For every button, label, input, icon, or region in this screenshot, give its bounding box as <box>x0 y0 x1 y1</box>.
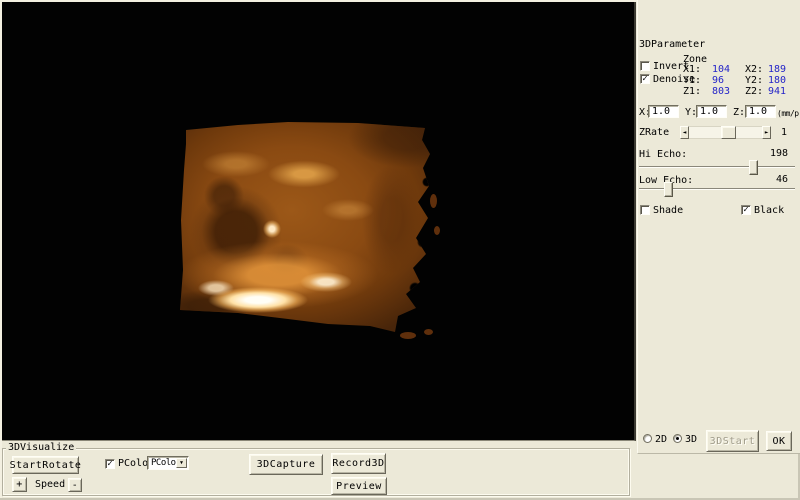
zrate-label: ZRate <box>639 127 669 138</box>
zrate-scroll-thumb[interactable] <box>721 126 736 139</box>
ok-button[interactable]: OK <box>766 431 792 451</box>
zone-y2-label: Y2: <box>745 75 763 86</box>
application-window: 3DParameter ✓ Invert ✓ Denoise Zone X1: … <box>0 0 800 500</box>
scale-x-input[interactable]: 1.0 <box>648 105 679 118</box>
shade-label: Shade <box>653 205 683 216</box>
zone-y1-label: Y1: <box>683 75 701 86</box>
zone-x2-value: 189 <box>768 64 786 75</box>
check-icon: ✓ <box>641 75 649 83</box>
record-3d-button[interactable]: Record3D <box>331 453 386 474</box>
check-icon: ✓ <box>742 206 750 214</box>
mode-2d-label: 2D <box>655 434 667 445</box>
speed-plus-button[interactable]: + <box>12 477 27 492</box>
scale-y-input[interactable]: 1.0 <box>696 105 727 118</box>
parameter-panel: 3DParameter ✓ Invert ✓ Denoise Zone X1: … <box>637 0 800 454</box>
zrate-value: 1 <box>781 127 787 138</box>
mode-2d-radio[interactable] <box>643 434 652 443</box>
scale-z-input[interactable]: 1.0 <box>745 105 776 118</box>
black-label: Black <box>754 205 784 216</box>
scroll-right-button[interactable]: ► <box>762 126 771 139</box>
check-icon: ✓ <box>106 460 114 468</box>
speed-label: Speed <box>33 479 67 490</box>
mode-3d-radio[interactable] <box>673 434 682 443</box>
zone-x1-label: X1: <box>683 64 701 75</box>
start-3d-button[interactable]: 3DStart <box>706 430 759 452</box>
hi-echo-label: Hi Echo: <box>639 149 687 160</box>
zone-z2-label: Z2: <box>745 86 763 97</box>
zone-x1-value: 104 <box>712 64 730 75</box>
ultrasound-volume-render <box>178 120 436 335</box>
zone-z1-label: Z1: <box>683 86 701 97</box>
ultrasound-fragment <box>434 226 440 235</box>
ultrasound-fragment <box>430 194 437 208</box>
low-echo-slider-track[interactable] <box>639 188 795 190</box>
shade-checkbox[interactable]: ✓ <box>640 205 650 215</box>
low-echo-value: 46 <box>756 174 788 185</box>
zone-x2-label: X2: <box>745 64 763 75</box>
scale-z-label: Z: <box>733 107 745 118</box>
denoise-checkbox[interactable]: ✓ <box>640 74 650 84</box>
zone-y2-value: 180 <box>768 75 786 86</box>
start-rotate-button[interactable]: StartRotate <box>12 456 79 474</box>
zone-y1-value: 96 <box>712 75 724 86</box>
pcolor-combobox[interactable]: PColor ▼ <box>147 456 189 470</box>
hi-echo-value: 198 <box>756 148 788 159</box>
visualize-title: 3DVisualize <box>6 442 76 453</box>
scroll-left-button[interactable]: ◄ <box>680 126 689 139</box>
preview-button[interactable]: Preview <box>331 477 387 495</box>
chevron-down-icon[interactable]: ▼ <box>176 458 187 468</box>
arrow-right-icon: ► <box>765 129 769 136</box>
zone-z1-value: 803 <box>712 86 730 97</box>
capture-3d-button[interactable]: 3DCapture <box>249 454 323 475</box>
scale-unit-label: (mm/p) <box>777 108 800 119</box>
ultrasound-fragment <box>424 329 433 335</box>
ultrasound-fragment <box>400 332 416 339</box>
radio-dot-icon <box>676 437 679 440</box>
black-checkbox[interactable]: ✓ <box>741 205 751 215</box>
invert-checkbox[interactable]: ✓ <box>640 61 650 71</box>
pcolor-checkbox[interactable]: ✓ <box>105 459 115 469</box>
hi-echo-slider-thumb[interactable] <box>749 160 758 175</box>
mode-3d-label: 3D <box>685 434 697 445</box>
panel-title: 3DParameter <box>639 39 705 50</box>
hi-echo-slider-track[interactable] <box>639 166 795 168</box>
zrate-scrollbar[interactable]: ◄ ► <box>680 126 771 139</box>
speed-minus-button[interactable]: - <box>68 478 82 492</box>
zone-z2-value: 941 <box>768 86 786 97</box>
render-viewport[interactable] <box>2 2 636 441</box>
low-echo-slider-thumb[interactable] <box>664 182 673 197</box>
arrow-left-icon: ◄ <box>683 129 687 136</box>
